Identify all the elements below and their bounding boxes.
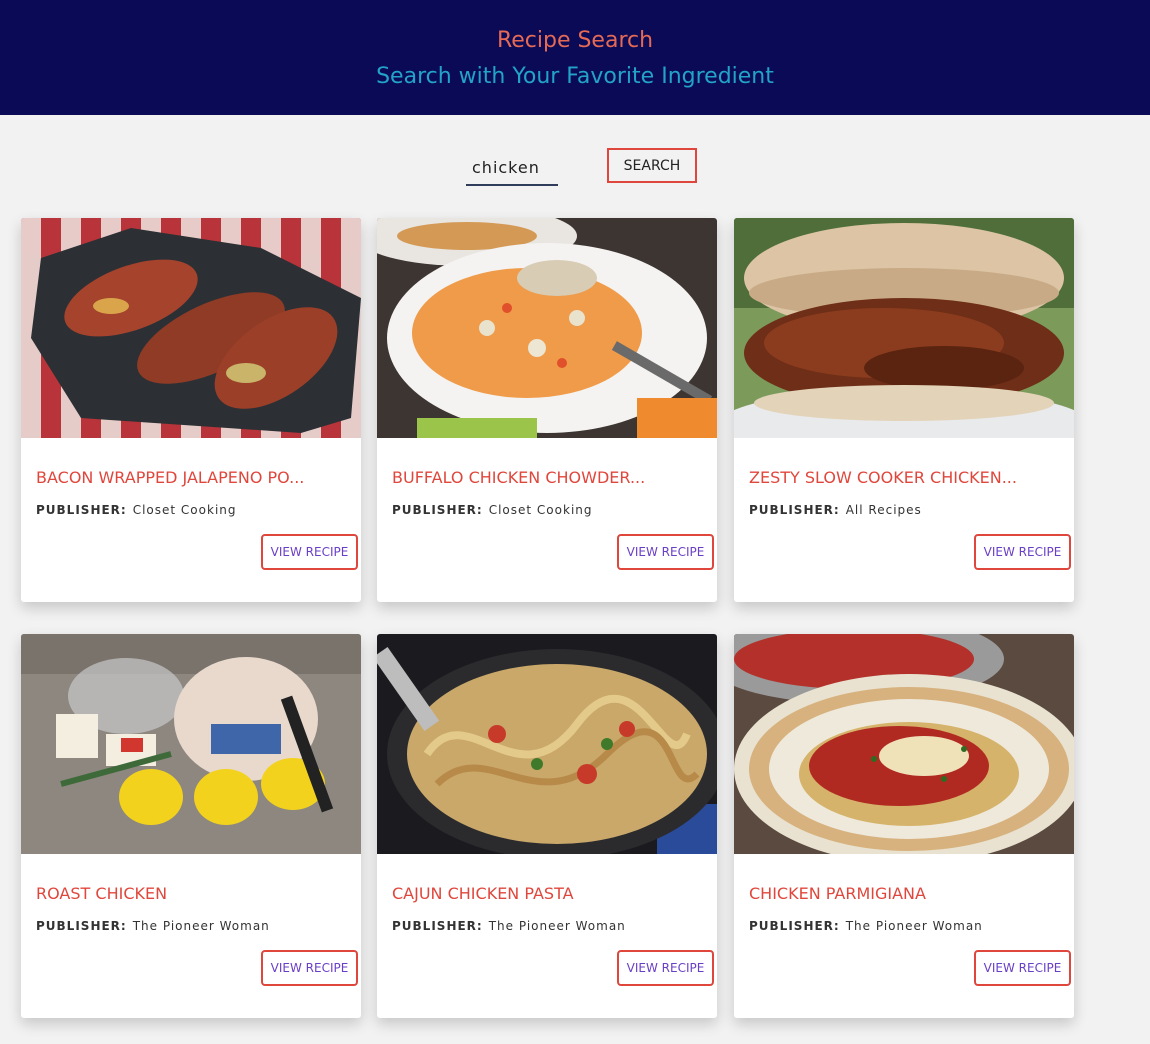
recipe-image: [734, 634, 1074, 854]
publisher-label: PUBLISHER:: [392, 503, 483, 517]
chicken-parmigiana-photo: [734, 634, 1074, 854]
view-recipe-button[interactable]: VIEW RECIPE: [617, 534, 714, 570]
recipe-image: [21, 218, 361, 438]
recipe-title: BACON WRAPPED JALAPENO PO...: [36, 468, 305, 487]
raw-chicken-lemons-photo: [21, 634, 361, 854]
recipe-publisher: PUBLISHER: Closet Cooking: [392, 502, 712, 518]
publisher-name: The Pioneer Woman: [132, 919, 270, 933]
recipe-card: ZESTY SLOW COOKER CHICKEN... PUBLISHER: A…: [734, 218, 1074, 602]
recipe-card: BACON WRAPPED JALAPENO PO... PUBLISHER: C…: [21, 218, 361, 602]
search-input[interactable]: [466, 150, 558, 186]
publisher-name: Closet Cooking: [132, 503, 237, 517]
publisher-name: All Recipes: [845, 503, 922, 517]
page-subtitle: Search with Your Favorite Ingredient: [376, 64, 774, 89]
chowder-bowl-photo: [377, 218, 717, 438]
recipe-title: CAJUN CHICKEN PASTA: [392, 884, 574, 903]
recipe-image: [21, 634, 361, 854]
recipe-publisher: PUBLISHER: The Pioneer Woman: [392, 918, 712, 934]
publisher-label: PUBLISHER:: [749, 503, 840, 517]
recipe-publisher: PUBLISHER: Closet Cooking: [36, 502, 356, 518]
recipe-publisher: PUBLISHER: The Pioneer Woman: [36, 918, 356, 934]
publisher-label: PUBLISHER:: [749, 919, 840, 933]
view-recipe-button[interactable]: VIEW RECIPE: [974, 950, 1071, 986]
publisher-name: Closet Cooking: [488, 503, 593, 517]
page-title: Recipe Search: [496, 28, 654, 53]
publisher-label: PUBLISHER:: [36, 919, 127, 933]
view-recipe-button[interactable]: VIEW RECIPE: [617, 950, 714, 986]
publisher-label: PUBLISHER:: [36, 503, 127, 517]
recipe-publisher: PUBLISHER: The Pioneer Woman: [749, 918, 1069, 934]
bacon-wrapped-chicken-photo: [21, 218, 361, 438]
view-recipe-button[interactable]: VIEW RECIPE: [261, 950, 358, 986]
recipe-title: BUFFALO CHICKEN CHOWDER...: [392, 468, 646, 487]
recipe-card: CHICKEN PARMIGIANA PUBLISHER: The Pioneer…: [734, 634, 1074, 1018]
page-header: Recipe Search Search with Your Favorite …: [0, 0, 1150, 115]
publisher-name: The Pioneer Woman: [845, 919, 983, 933]
recipe-title: ROAST CHICKEN: [36, 884, 168, 903]
view-recipe-button[interactable]: VIEW RECIPE: [974, 534, 1071, 570]
recipe-image: [377, 634, 717, 854]
publisher-name: The Pioneer Woman: [488, 919, 626, 933]
recipe-image: [377, 218, 717, 438]
view-recipe-button[interactable]: VIEW RECIPE: [261, 534, 358, 570]
recipe-image: [734, 218, 1074, 438]
recipe-card: BUFFALO CHICKEN CHOWDER... PUBLISHER: Clo…: [377, 218, 717, 602]
cajun-pasta-photo: [377, 634, 717, 854]
recipe-title: ZESTY SLOW COOKER CHICKEN...: [749, 468, 1017, 487]
pulled-chicken-sandwich-photo: [734, 218, 1074, 438]
recipe-card: CAJUN CHICKEN PASTA PUBLISHER: The Pionee…: [377, 634, 717, 1018]
publisher-label: PUBLISHER:: [392, 919, 483, 933]
recipe-title: CHICKEN PARMIGIANA: [749, 884, 926, 903]
recipe-card: ROAST CHICKEN PUBLISHER: The Pioneer Woma…: [21, 634, 361, 1018]
recipe-publisher: PUBLISHER: All Recipes: [749, 502, 1069, 518]
search-button[interactable]: SEARCH: [607, 148, 697, 183]
